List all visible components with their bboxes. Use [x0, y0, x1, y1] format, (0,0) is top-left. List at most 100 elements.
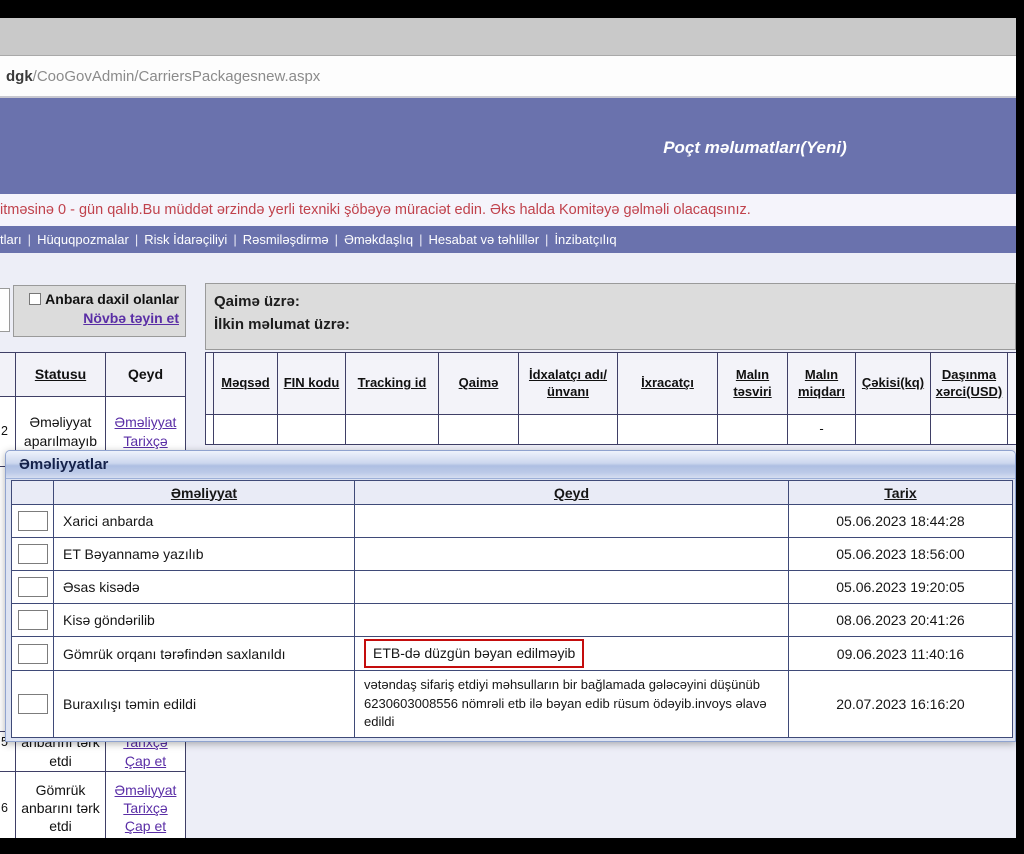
col-tracking-id[interactable]: Tracking id — [346, 353, 439, 415]
date-cell: 08.06.2023 20:41:26 — [789, 604, 1013, 637]
menu-separator: | — [28, 232, 31, 247]
main-menu: tları | Hüquqpozmalar | Risk İdarəçiliyi… — [0, 226, 1016, 253]
screenshot-root: dgk/CooGovAdmin/CarriersPackagesnew.aspx… — [0, 0, 1024, 854]
clipped-control-fragment — [0, 288, 10, 332]
col-idxalatci[interactable]: İdxalatçı adı/ ünvanı — [519, 353, 618, 415]
operation-link[interactable]: Əməliyyat — [115, 413, 177, 431]
page-header-band: Poçt məlumatları(Yeni) — [0, 98, 1016, 194]
col-cekisi[interactable]: Çəkisi(kq) — [856, 353, 931, 415]
col-fin-kodu[interactable]: FIN kodu — [278, 353, 346, 415]
highlighted-note: ETB-də düzgün bəyan edilməyib — [364, 639, 584, 667]
menu-separator: | — [335, 232, 338, 247]
date-col-header: Tarix — [789, 481, 1013, 505]
row-select-cell — [12, 671, 54, 738]
warehouse-filter-checkbox[interactable] — [29, 293, 41, 305]
row-checkbox[interactable] — [18, 577, 48, 597]
col-malin-tesviri[interactable]: Malın təsviri — [718, 353, 788, 415]
page-title: Poçt məlumatları(Yeni) — [663, 138, 847, 158]
row-select-cell — [12, 538, 54, 571]
partial-column — [206, 353, 214, 415]
col-malin-miqdari[interactable]: Malın miqdarı — [788, 353, 856, 415]
warning-text: itməsinə 0 - gün qalıb.Bu müddət ərzində… — [0, 202, 751, 218]
operation-cell: Buraxılışı təmin edildi — [54, 671, 355, 738]
operation-cell: Xarici anbarda — [54, 505, 355, 538]
warning-banner: itməsinə 0 - gün qalıb.Bu müddət ərzində… — [0, 194, 1016, 226]
operation-row: Gömrük orqanı tərəfindən saxlanıldı ETB-… — [12, 637, 1013, 671]
note-cell — [355, 505, 789, 538]
partial-column — [1008, 353, 1016, 415]
date-cell: 05.06.2023 18:44:28 — [789, 505, 1013, 538]
row-checkbox[interactable] — [18, 544, 48, 564]
print-link[interactable]: Çap et — [125, 817, 166, 835]
menu-item-huquqpozmalar[interactable]: Hüquqpozmalar — [37, 232, 129, 247]
row-select-cell — [12, 505, 54, 538]
packages-table-row: - — [206, 415, 1016, 445]
invoice-info-panel: Qaimə üzrə: İlkin məlumat üzrə: — [205, 283, 1016, 350]
packages-table: Məqsəd FIN kodu Tracking id Qaimə İdxala… — [205, 352, 1016, 445]
dialog-titlebar: Əməliyyatlar — [6, 451, 1015, 479]
top-black-bar — [0, 0, 1016, 18]
menu-item-emekdasliq[interactable]: Əməkdaşlıq — [344, 232, 413, 247]
menu-item-hesabat[interactable]: Hesabat və təhlillər — [428, 232, 539, 247]
print-link[interactable]: Çap et — [125, 752, 166, 770]
row-actions: Əməliyyat Tarixçə Çap et — [106, 772, 186, 838]
operation-cell: ET Bəyannamə yazılıb — [54, 538, 355, 571]
row-select-cell — [12, 604, 54, 637]
menu-item-risk-idareciliyi[interactable]: Risk İdarəçiliyi — [144, 232, 227, 247]
operation-cell: Əsas kisədə — [54, 571, 355, 604]
row-checkbox[interactable] — [18, 644, 48, 664]
date-cell: 20.07.2023 16:16:20 — [789, 671, 1013, 738]
history-link[interactable]: Tarixçə — [123, 799, 167, 817]
url-domain: dgk — [6, 68, 33, 85]
address-bar[interactable]: dgk/CooGovAdmin/CarriersPackagesnew.aspx — [0, 56, 1016, 98]
browser-page: dgk/CooGovAdmin/CarriersPackagesnew.aspx… — [0, 0, 1016, 838]
note-cell: ETB-də düzgün bəyan edilməyib — [355, 637, 789, 671]
initial-info-line: İlkin məlumat üzrə: — [214, 313, 1007, 336]
menu-separator: | — [545, 232, 548, 247]
status-row: 6 Gömrük anbarını tərk etdi Əməliyyat Ta… — [0, 772, 186, 838]
dialog-title: Əməliyyatlar — [19, 456, 108, 473]
col-meqsed[interactable]: Məqsəd — [214, 353, 278, 415]
row-checkbox[interactable] — [18, 610, 48, 630]
status-col-header[interactable]: Statusu — [16, 353, 106, 397]
menu-separator: | — [233, 232, 236, 247]
col-ixracatci[interactable]: İxracatçı — [618, 353, 718, 415]
note-cell — [355, 571, 789, 604]
select-col-header — [12, 481, 54, 505]
operation-link[interactable]: Əməliyyat — [115, 781, 177, 799]
history-link[interactable]: Tarixçə — [123, 432, 167, 450]
col-qaime[interactable]: Qaimə — [439, 353, 519, 415]
date-cell: 05.06.2023 19:20:05 — [789, 571, 1013, 604]
col-dasinma-xerci[interactable]: Daşınma xərci(USD) — [931, 353, 1008, 415]
note-cell: vətəndaş sifariş etdiyi məhsulların bir … — [355, 671, 789, 738]
date-cell: 05.06.2023 18:56:00 — [789, 538, 1013, 571]
warehouse-filter-panel: Anbara daxil olanlar Növbə təyin et — [13, 285, 186, 337]
row-checkbox[interactable] — [18, 511, 48, 531]
invoice-line: Qaimə üzrə: — [214, 290, 1007, 313]
note-col-header: Qeyd — [355, 481, 789, 505]
operation-row: Əsas kisədə 05.06.2023 19:20:05 — [12, 571, 1013, 604]
queue-assign-link[interactable]: Növbə təyin et — [83, 310, 179, 326]
note-cell — [355, 538, 789, 571]
row-checkbox[interactable] — [18, 694, 48, 714]
menu-item-0[interactable]: tları — [0, 232, 22, 247]
operations-dialog: Əməliyyatlar Əməliyyat Qeyd Tarix Xarici… — [5, 450, 1016, 742]
status-num-header — [0, 353, 16, 397]
operations-table: Əməliyyat Qeyd Tarix Xarici anbarda 05.0… — [11, 480, 1013, 738]
packages-table-header: Məqsəd FIN kodu Tracking id Qaimə İdxala… — [206, 353, 1016, 415]
row-select-cell — [12, 571, 54, 604]
status-value: Gömrük anbarını tərk etdi — [16, 772, 106, 838]
menu-separator: | — [419, 232, 422, 247]
menu-item-resmilesdirme[interactable]: Rəsmiləşdirmə — [243, 232, 329, 247]
operation-row: Xarici anbarda 05.06.2023 18:44:28 — [12, 505, 1013, 538]
url-path: /CooGovAdmin/CarriersPackagesnew.aspx — [33, 68, 321, 85]
status-table-header: Statusu Qeyd — [0, 353, 186, 397]
menu-item-inzibatciliq[interactable]: İnzibatçılıq — [554, 232, 616, 247]
operation-row: ET Bəyannamə yazılıb 05.06.2023 18:56:00 — [12, 538, 1013, 571]
window-chrome-bar — [0, 18, 1016, 56]
note-col-header: Qeyd — [106, 353, 186, 397]
empty-value: - — [788, 415, 856, 445]
row-select-cell — [12, 637, 54, 671]
operation-row: Buraxılışı təmin edildi vətəndaş sifariş… — [12, 671, 1013, 738]
operation-cell: Kisə göndərilib — [54, 604, 355, 637]
